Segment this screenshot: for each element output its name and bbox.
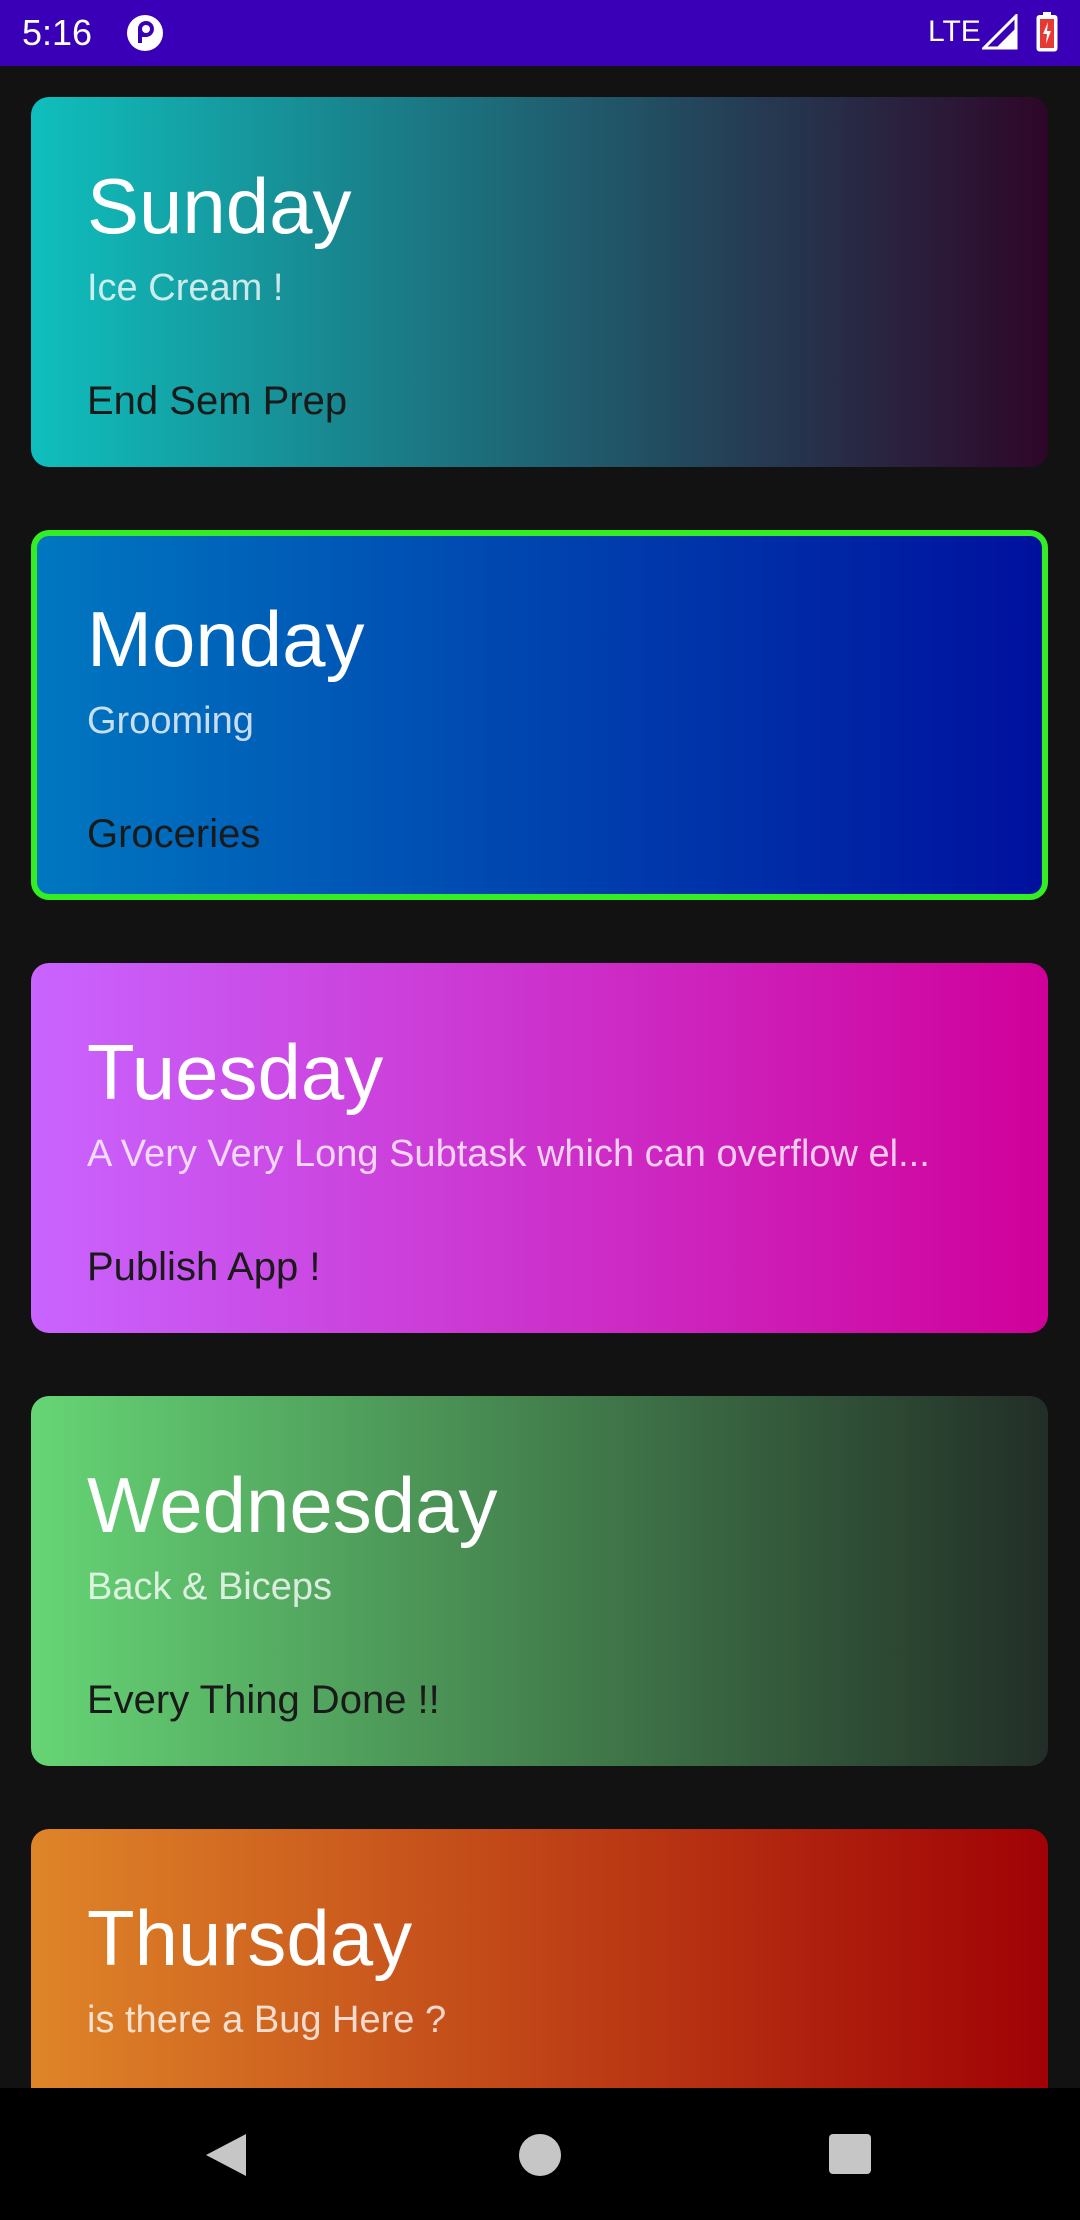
day-subtask: A Very Very Long Subtask which can overf… — [87, 1133, 930, 1175]
recents-square-icon[interactable] — [829, 2134, 871, 2174]
battery-charging-icon — [1036, 12, 1058, 52]
day-card-sunday[interactable]: Sunday Ice Cream ! End Sem Prep — [31, 97, 1048, 467]
day-task: End Sem Prep — [87, 379, 348, 423]
day-title: Wednesday — [87, 1461, 498, 1549]
navigation-bar — [0, 2088, 1080, 2220]
day-title: Sunday — [87, 162, 352, 250]
day-card-wednesday[interactable]: Wednesday Back & Biceps Every Thing Done… — [31, 1396, 1048, 1766]
day-task: Groceries — [87, 812, 261, 856]
day-card-thursday[interactable]: Thursday is there a Bug Here ? — [31, 1829, 1048, 2088]
status-bar: 5:16 LTE — [0, 0, 1080, 66]
day-task: Publish App ! — [87, 1245, 321, 1289]
day-card-list[interactable]: Sunday Ice Cream ! End Sem Prep Monday G… — [0, 66, 1080, 2088]
back-triangle-icon[interactable] — [204, 2132, 248, 2178]
app-screen: 5:16 LTE Sunday Ice Cream ! End Sem Prep… — [0, 0, 1080, 2220]
day-subtask: Back & Biceps — [87, 1566, 332, 1608]
day-card-tuesday[interactable]: Tuesday A Very Very Long Subtask which c… — [31, 963, 1048, 1333]
day-title: Monday — [87, 595, 365, 683]
day-subtask: Grooming — [87, 700, 254, 742]
day-subtask: Ice Cream ! — [87, 267, 284, 309]
day-title: Thursday — [87, 1894, 413, 1982]
day-subtask: is there a Bug Here ? — [87, 1999, 447, 2041]
day-task: Every Thing Done !! — [87, 1678, 440, 1722]
day-title: Tuesday — [87, 1028, 384, 1116]
status-time: 5:16 — [22, 12, 93, 53]
signal-icon — [982, 14, 1018, 50]
day-card-monday[interactable]: Monday Grooming Groceries — [31, 530, 1048, 900]
pocket-casts-icon — [127, 15, 163, 51]
home-circle-icon[interactable] — [519, 2134, 561, 2176]
network-type: LTE — [928, 15, 981, 48]
